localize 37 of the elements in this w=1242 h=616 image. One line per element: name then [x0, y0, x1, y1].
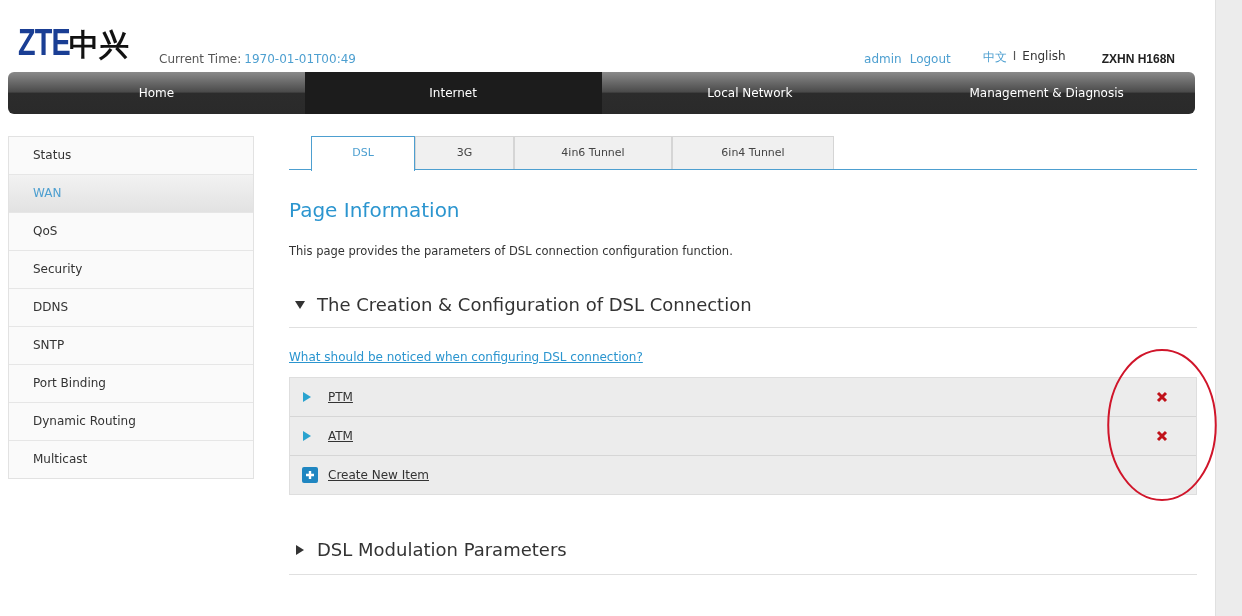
- collapse-arrow-icon: [295, 299, 305, 310]
- sidebar-item[interactable]: Status: [9, 137, 253, 175]
- current-time-value: 1970-01-01T00:49: [244, 52, 356, 66]
- tab[interactable]: 3G: [415, 136, 514, 169]
- logo: ZTE: [18, 22, 70, 64]
- sidebar-item[interactable]: SNTP: [9, 327, 253, 365]
- sidebar-item[interactable]: QoS: [9, 213, 253, 251]
- logo-chinese-text: 中兴: [69, 26, 129, 64]
- delete-icon[interactable]: [1156, 391, 1168, 403]
- current-time-label: Current Time:: [159, 52, 242, 66]
- tab[interactable]: 6in4 Tunnel: [672, 136, 834, 169]
- language-separator: I: [1012, 49, 1017, 65]
- expand-arrow-icon[interactable]: [302, 392, 312, 402]
- language-link[interactable]: English: [1022, 49, 1066, 66]
- menu-tab[interactable]: Management & Diagnosis: [898, 72, 1195, 114]
- page-description: This page provides the parameters of DSL connection configuration function.: [289, 244, 734, 258]
- section-header[interactable]: DSL Modulation Parameters: [289, 539, 1197, 575]
- expand-arrow-icon[interactable]: [302, 431, 312, 441]
- connection-link[interactable]: ATM: [328, 429, 353, 443]
- menu-tab[interactable]: Internet: [304, 72, 602, 114]
- collapse-arrow-icon: [295, 544, 305, 555]
- connection-link[interactable]: PTM: [328, 390, 353, 404]
- sidebar-item[interactable]: Multicast: [9, 441, 253, 478]
- scrollbar[interactable]: [1215, 0, 1242, 616]
- model-name: ZXHN H168N: [1101, 52, 1175, 66]
- delete-icon[interactable]: [1156, 430, 1168, 442]
- menu-tab[interactable]: Home: [8, 72, 305, 114]
- sidebar-item[interactable]: DDNS: [9, 289, 253, 327]
- add-icon[interactable]: [302, 467, 318, 483]
- tab[interactable]: 4in6 Tunnel: [514, 136, 672, 169]
- menu-tab[interactable]: Local Network: [601, 72, 899, 114]
- page-title: Page Information: [289, 198, 461, 222]
- sidebar-item[interactable]: Port Binding: [9, 365, 253, 403]
- create-new-item-link[interactable]: Create New Item: [328, 468, 429, 482]
- sidebar-item[interactable]: Security: [9, 251, 253, 289]
- sidebar-item[interactable]: Dynamic Routing: [9, 403, 253, 441]
- section-header[interactable]: The Creation & Configuration of DSL Connection: [289, 294, 1197, 328]
